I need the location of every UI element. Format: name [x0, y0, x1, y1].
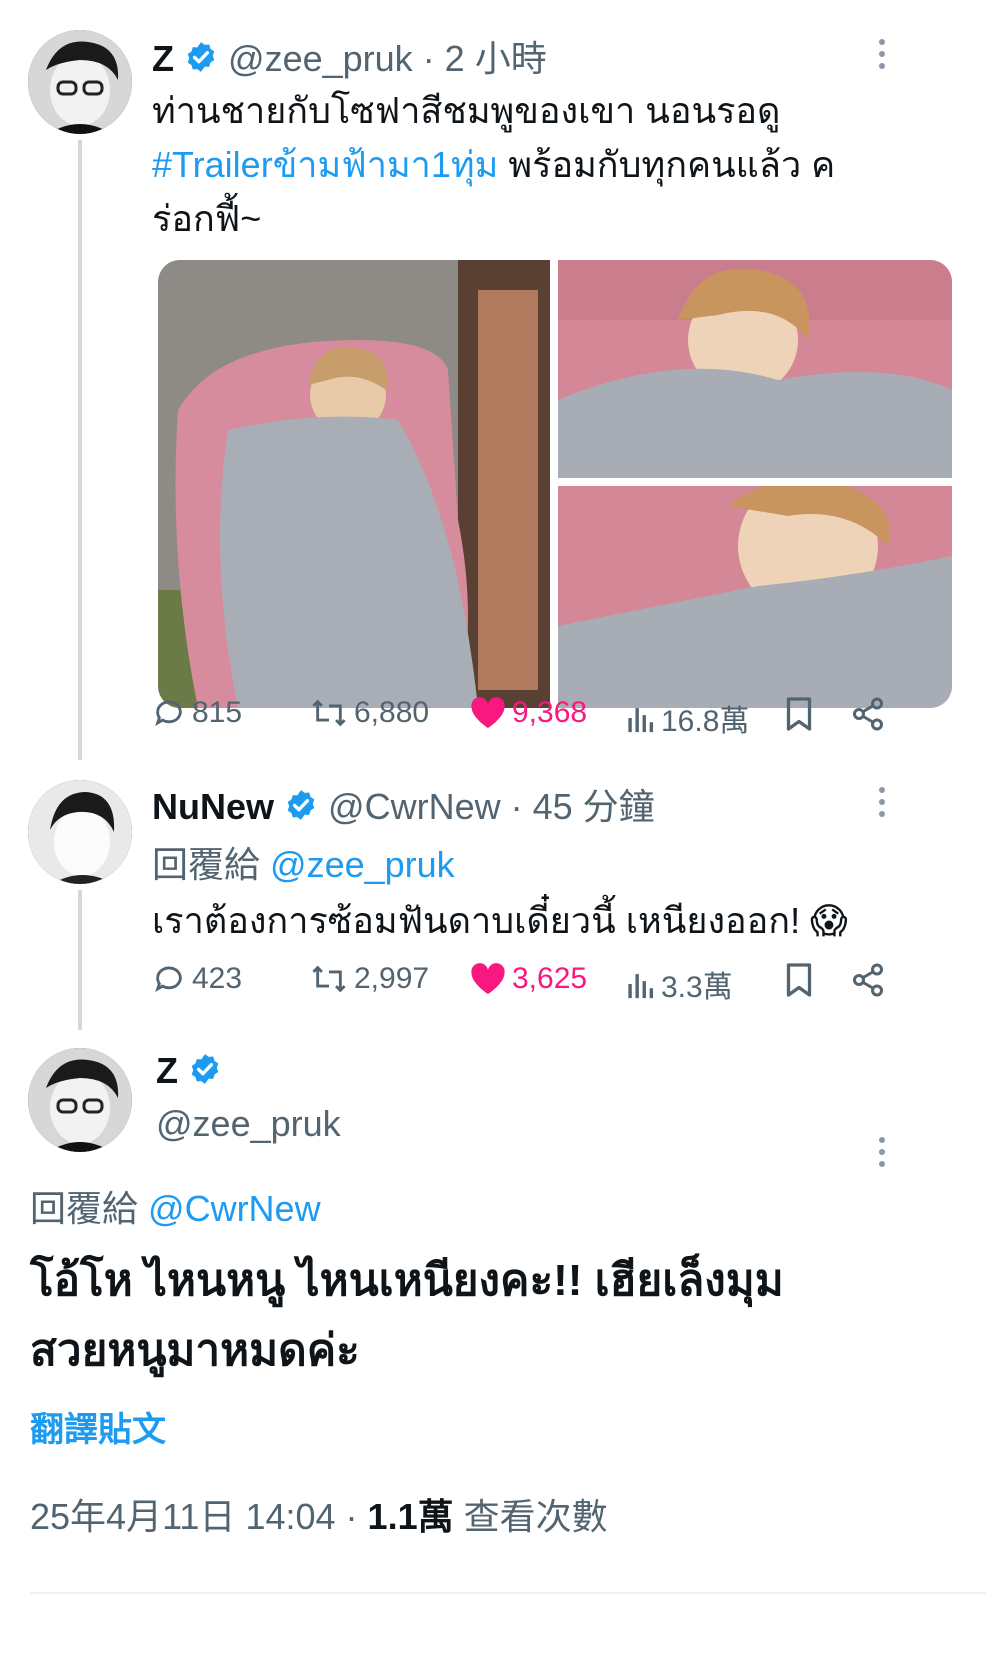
reply-to-link[interactable]: @zee_pruk	[270, 844, 455, 885]
retweet-button[interactable]: 6,880	[310, 696, 429, 730]
tweet1-text-line3: ร่อกฟี้~	[152, 198, 262, 239]
retweet-count: 2,997	[354, 962, 430, 995]
photo-1[interactable]	[158, 260, 550, 708]
author-name[interactable]: Z	[156, 1050, 178, 1091]
avatar-zee[interactable]	[28, 30, 132, 134]
tweet-meta: 25年4月11日 14:04 · 1.1萬 查看次數	[30, 1488, 608, 1540]
tweet1-text-line2: พร้อมกับทุกคนแล้ว ค	[498, 144, 836, 185]
reply-prefix: 回覆給	[152, 844, 261, 885]
translate-link[interactable]: 翻譯貼文	[30, 1402, 166, 1451]
reply-button[interactable]: 423	[152, 962, 242, 996]
reply-to-link[interactable]: @CwrNew	[148, 1188, 321, 1229]
author-name[interactable]: NuNew	[152, 786, 274, 827]
tweet1-text: ท่านชายกับโซฟาสีชมพูของเขา นอนรอดู #Trai…	[152, 84, 942, 246]
views-icon	[628, 974, 654, 999]
like-count: 3,625	[512, 962, 588, 995]
like-icon	[471, 963, 505, 994]
thread-line	[78, 140, 82, 760]
views-count: 16.8萬	[661, 705, 750, 738]
share-icon[interactable]	[850, 962, 886, 1003]
reply-icon	[155, 966, 182, 992]
photo-grid	[158, 260, 952, 708]
views-label: 查看次數	[463, 1496, 608, 1537]
more-icon[interactable]	[872, 1134, 892, 1176]
tweet2-text-body: เราต้องการซ้อมฟันดาบเดี๋ยวนี้ เหนียงออก!	[152, 900, 801, 941]
verified-icon	[188, 1052, 222, 1095]
retweet-icon	[312, 699, 346, 727]
share-icon[interactable]	[850, 696, 886, 737]
tweet-time[interactable]: · 45 分鐘	[511, 786, 655, 827]
reply-count: 423	[192, 962, 243, 995]
tweet3-text-line1: โอ้โห ไหนหนู ไหนเหนียงคะ!! เฮียเล็งมุม	[30, 1256, 784, 1305]
tweet1-header: Z @zee_pruk · 2 小時	[152, 30, 547, 83]
verified-icon	[284, 788, 318, 831]
more-icon[interactable]	[872, 784, 892, 826]
like-button[interactable]: 3,625	[470, 962, 587, 996]
reply-context: 回覆給 @zee_pruk	[152, 836, 455, 888]
tweet2-text: เราต้องการซ้อมฟันดาบเดี๋ยวนี้ เหนียงออก!…	[152, 892, 848, 949]
reply-context: 回覆給 @CwrNew	[30, 1180, 321, 1232]
author-name[interactable]: Z	[152, 38, 174, 79]
retweet-icon	[312, 965, 346, 993]
tweet3-author: Z @zee_pruk	[156, 1050, 341, 1145]
bookmark-icon[interactable]	[784, 962, 814, 1003]
views-icon	[628, 708, 654, 733]
tweet2-header: NuNew @CwrNew · 45 分鐘	[152, 778, 655, 831]
divider	[30, 1592, 986, 1594]
more-icon[interactable]	[872, 36, 892, 78]
like-button[interactable]: 9,368	[470, 696, 587, 730]
bookmark-icon[interactable]	[784, 696, 814, 737]
views-count: 3.3萬	[661, 971, 733, 1004]
tweet3-text: โอ้โห ไหนหนู ไหนเหนียงคะ!! เฮียเล็งมุม ส…	[30, 1246, 960, 1386]
emoji: 😱	[810, 900, 848, 941]
like-count: 9,368	[512, 696, 588, 729]
photo-2[interactable]	[558, 260, 952, 478]
tweet3-text-line2: สวยหนูมาหมดค่ะ	[30, 1326, 360, 1375]
author-handle[interactable]: @CwrNew	[328, 786, 501, 827]
views-button[interactable]: 3.3萬	[625, 962, 733, 1006]
reply-prefix: 回覆給	[30, 1188, 139, 1229]
avatar-nunew[interactable]	[28, 780, 132, 884]
author-handle[interactable]: @zee_pruk	[156, 1103, 341, 1145]
hashtag-link[interactable]: #Trailerข้ามฟ้ามา1ทุ่ม	[152, 144, 498, 185]
thread-line-2	[78, 890, 82, 1030]
verified-icon	[184, 40, 218, 83]
retweet-count: 6,880	[354, 696, 430, 729]
tweet-timestamp[interactable]: 25年4月11日 14:04 ·	[30, 1496, 358, 1537]
avatar-zee[interactable]	[28, 1048, 132, 1152]
photo-3[interactable]	[558, 486, 952, 708]
reply-count: 815	[192, 696, 243, 729]
tweet-time[interactable]: · 2 小時	[423, 38, 547, 79]
retweet-button[interactable]: 2,997	[310, 962, 429, 996]
like-icon	[471, 697, 505, 728]
tweet1-text-line1: ท่านชายกับโซฟาสีชมพูของเขา นอนรอดู	[152, 90, 781, 131]
reply-button[interactable]: 815	[152, 696, 242, 730]
reply-icon	[155, 700, 182, 726]
views-number: 1.1萬	[367, 1496, 454, 1537]
author-handle[interactable]: @zee_pruk	[228, 38, 413, 79]
views-button[interactable]: 16.8萬	[625, 696, 749, 740]
